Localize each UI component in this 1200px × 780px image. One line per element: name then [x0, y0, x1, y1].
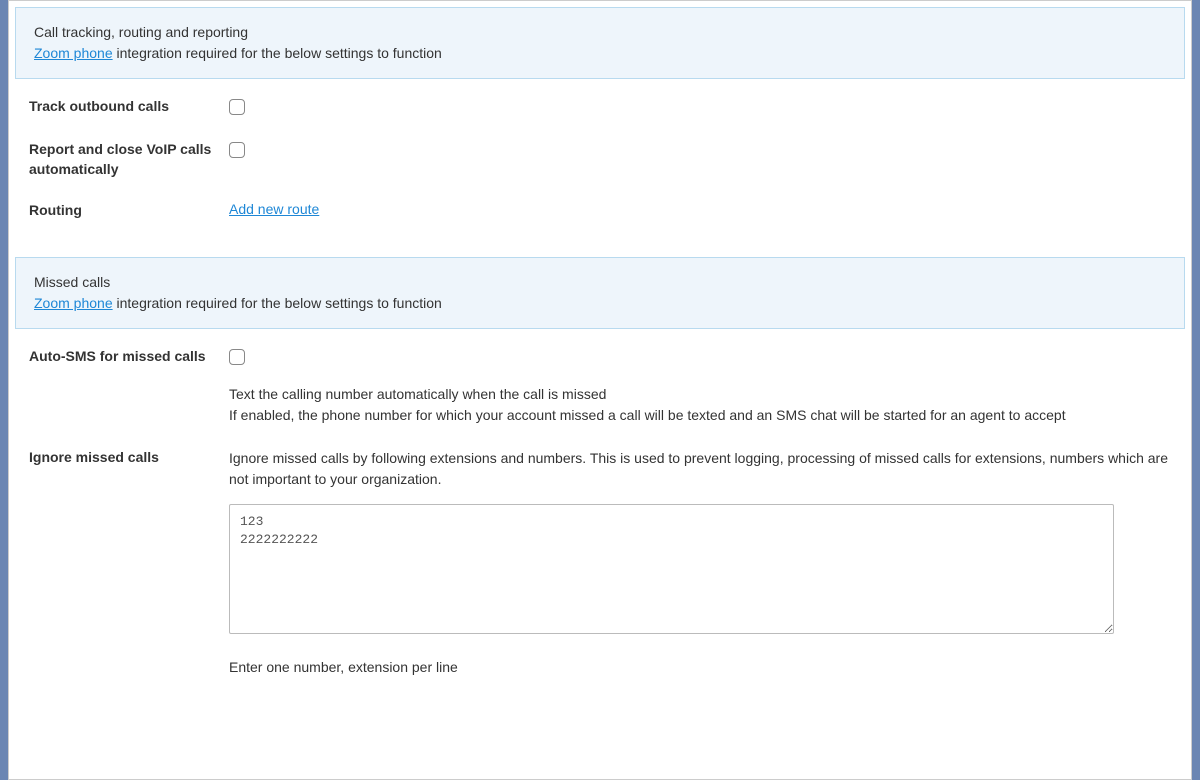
auto-sms-helper-1: Text the calling number automatically wh… [229, 384, 1171, 405]
track-outbound-row: Track outbound calls [29, 97, 1171, 118]
routing-row: Routing Add new route [29, 201, 1171, 221]
ignore-missed-row: Ignore missed calls Ignore missed calls … [29, 448, 1171, 675]
auto-sms-row: Auto-SMS for missed calls Text the calli… [29, 347, 1171, 426]
call-tracking-note: Zoom phone integration required for the … [34, 43, 1166, 64]
report-close-voip-row: Report and close VoIP calls automaticall… [29, 140, 1171, 179]
integration-note-2: integration required for the below setti… [113, 295, 442, 311]
missed-calls-note: Zoom phone integration required for the … [34, 293, 1166, 314]
report-close-voip-checkbox[interactable] [229, 142, 245, 158]
report-close-voip-label: Report and close VoIP calls automaticall… [29, 140, 229, 179]
call-tracking-body: Track outbound calls Report and close Vo… [9, 79, 1191, 251]
ignore-missed-helper: Ignore missed calls by following extensi… [229, 448, 1171, 490]
add-new-route-link[interactable]: Add new route [229, 201, 319, 217]
ignore-missed-textarea[interactable]: 123 2222222222 [229, 504, 1114, 634]
auto-sms-helper-2: If enabled, the phone number for which y… [229, 405, 1171, 426]
settings-panel: Call tracking, routing and reporting Zoo… [8, 0, 1192, 780]
call-tracking-title: Call tracking, routing and reporting [34, 22, 1166, 43]
missed-calls-header: Missed calls Zoom phone integration requ… [15, 257, 1185, 329]
auto-sms-label: Auto-SMS for missed calls [29, 347, 229, 367]
track-outbound-checkbox[interactable] [229, 99, 245, 115]
missed-calls-title: Missed calls [34, 272, 1166, 293]
track-outbound-label: Track outbound calls [29, 97, 229, 117]
ignore-missed-hint: Enter one number, extension per line [229, 659, 1171, 675]
call-tracking-header: Call tracking, routing and reporting Zoo… [15, 7, 1185, 79]
zoom-phone-link-2[interactable]: Zoom phone [34, 295, 113, 311]
routing-label: Routing [29, 201, 229, 221]
auto-sms-checkbox[interactable] [229, 349, 245, 365]
ignore-missed-label: Ignore missed calls [29, 448, 229, 468]
zoom-phone-link[interactable]: Zoom phone [34, 45, 113, 61]
missed-calls-body: Auto-SMS for missed calls Text the calli… [9, 329, 1191, 705]
integration-note: integration required for the below setti… [113, 45, 442, 61]
